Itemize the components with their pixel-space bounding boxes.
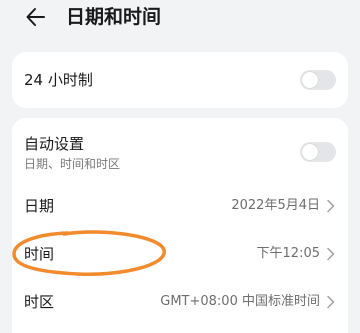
auto-set-sublabel: 日期、时间和时区 [24, 157, 121, 171]
time-row[interactable]: 时间 下午12:05 [12, 228, 348, 280]
chevron-right-icon [327, 247, 335, 261]
toggle-knob [302, 72, 318, 88]
toggle-knob [302, 144, 318, 160]
timezone-value: GMT+08:00 中国标准时间 [160, 294, 320, 309]
timezone-label: 时区 [24, 293, 55, 311]
datetime-card: 自动设置 日期、时间和时区 日期 2022年5月4日 时间 下午12:05 时区… [12, 118, 348, 333]
page-title: 日期和时间 [66, 6, 162, 28]
date-row[interactable]: 日期 2022年5月4日 [12, 184, 348, 228]
date-label: 日期 [24, 197, 55, 215]
24-hour-toggle[interactable] [300, 70, 336, 90]
time-label: 时间 [24, 245, 55, 263]
chevron-right-icon [327, 295, 335, 309]
time-value: 下午12:05 [256, 246, 320, 261]
auto-set-label: 自动设置 [24, 135, 85, 153]
auto-set-row[interactable]: 自动设置 日期、时间和时区 [12, 118, 348, 184]
chevron-right-icon [327, 199, 335, 213]
header: 日期和时间 [0, 0, 360, 34]
back-arrow-icon[interactable] [24, 5, 48, 29]
24-hour-row[interactable]: 24 小时制 [12, 52, 348, 108]
date-value: 2022年5月4日 [231, 198, 320, 213]
24-hour-label: 24 小时制 [24, 71, 93, 89]
format-card: 24 小时制 [12, 52, 348, 108]
auto-set-toggle[interactable] [300, 142, 336, 162]
timezone-row[interactable]: 时区 GMT+08:00 中国标准时间 [12, 280, 348, 324]
